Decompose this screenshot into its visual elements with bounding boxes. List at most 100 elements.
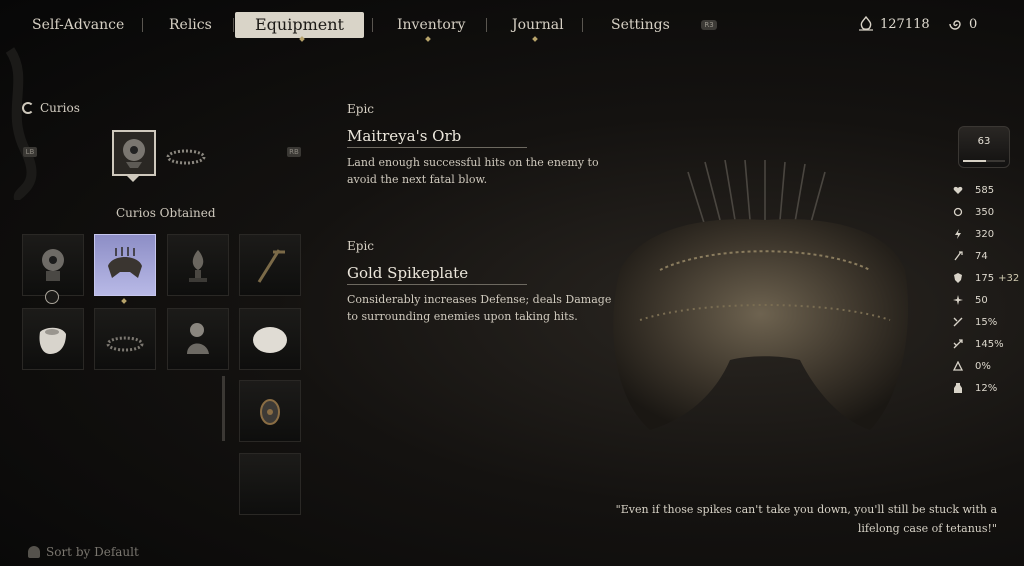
curio-category-icon	[22, 102, 34, 114]
nav-separator	[486, 18, 487, 32]
stat-value: 320	[975, 228, 995, 240]
curio-grid-item[interactable]	[22, 308, 84, 370]
slot-pointer-icon	[127, 176, 139, 182]
curios-obtained-title: Curios Obtained	[116, 206, 216, 220]
nav-separator	[372, 18, 373, 32]
prev-page-key-hint[interactable]: LB	[23, 147, 37, 157]
tab-equipment[interactable]: Equipment	[235, 12, 364, 38]
curio-grid-item[interactable]	[94, 308, 156, 370]
selected-indicator	[121, 298, 127, 304]
mana-icon	[953, 207, 963, 217]
tree-bonsai-icon	[189, 250, 207, 282]
stat-value: 175	[975, 272, 995, 284]
curio-slot-2[interactable]	[164, 130, 208, 176]
curios-section-title: Curios	[40, 101, 80, 115]
crit-damage-icon	[953, 339, 963, 349]
flask-icon	[953, 383, 963, 393]
curio-grid-item[interactable]	[239, 308, 301, 370]
gold-spikeplate-icon	[166, 149, 206, 165]
tab-settings[interactable]: Settings	[611, 12, 670, 38]
nav-separator	[142, 18, 143, 32]
stat-value: 15%	[975, 316, 998, 328]
level-value: 63	[977, 136, 991, 147]
level-progress-bar	[963, 160, 1005, 162]
maitreya-orb-icon	[42, 249, 64, 281]
curio-grid-item-selected[interactable]	[94, 234, 156, 296]
spirit-currency: 0	[947, 16, 977, 32]
level-progress-fill	[963, 160, 987, 162]
curio-grid-item[interactable]	[167, 234, 229, 296]
item-description: Land enough successful hits on the enemy…	[347, 156, 599, 186]
beaded-charm-icon	[260, 399, 280, 425]
focus-icon	[953, 295, 963, 305]
item-rarity: Epic	[347, 239, 374, 253]
jade-vase-icon	[39, 327, 66, 354]
nav-separator	[582, 18, 583, 32]
jade-disc-icon	[253, 327, 287, 353]
empty-curio-slot[interactable]	[239, 453, 301, 515]
item-detail-secondary: Epic Gold Spikeplate Considerably increa…	[347, 239, 617, 325]
stat-flask: 12%	[953, 380, 997, 396]
maitreya-orb-icon	[123, 139, 145, 168]
item-rarity: Epic	[347, 102, 374, 116]
curio-grid-item[interactable]	[239, 380, 301, 442]
curio-grid-item[interactable]	[167, 308, 229, 370]
tab-self-advance[interactable]: Self-Advance	[32, 12, 124, 38]
stat-value: 145%	[975, 338, 1004, 350]
level-indicator: 63	[958, 126, 1010, 168]
crit-chance-icon	[953, 317, 963, 327]
stamina-icon	[953, 229, 963, 239]
defense-icon	[953, 273, 963, 283]
stat-attack: 74	[953, 248, 988, 264]
will-icon	[859, 16, 873, 31]
tab-journal[interactable]: Journal	[512, 12, 564, 38]
next-page-key-hint[interactable]: RB	[287, 147, 301, 157]
item-detail-primary: Epic Maitreya's Orb Land enough successf…	[347, 102, 617, 188]
item-description: Considerably increases Defense; deals Da…	[347, 293, 612, 323]
curio-grid-item[interactable]	[22, 234, 84, 296]
stat-defense: 175 +32	[953, 270, 1019, 286]
spirit-swirl-icon	[949, 20, 961, 30]
stat-mana: 350	[953, 204, 994, 220]
spirit-amount: 0	[969, 16, 978, 32]
stat-resist: 0%	[953, 358, 991, 374]
stat-value: 74	[975, 250, 988, 262]
attack-icon	[953, 251, 963, 261]
gold-spikeplate-icon	[108, 247, 142, 278]
top-nav: Self-Advance Relics Equipment Inventory …	[0, 0, 1024, 50]
heart-icon	[953, 185, 963, 195]
stat-stamina: 320	[953, 226, 994, 242]
item-name: Gold Spikeplate	[347, 264, 527, 285]
curio-grid-item[interactable]	[239, 234, 301, 296]
stat-health: 585	[953, 182, 994, 198]
stat-value: 350	[975, 206, 995, 218]
sort-control[interactable]: Sort by Default	[28, 545, 139, 559]
beast-figurine-icon	[187, 323, 209, 354]
stat-bonus: +32	[998, 272, 1020, 284]
will-currency: 127118	[858, 16, 930, 32]
resist-icon	[953, 361, 963, 371]
sort-button-icon	[28, 546, 40, 558]
nav-separator	[233, 18, 234, 32]
brush-decoration	[5, 47, 37, 200]
will-amount: 127118	[880, 16, 930, 32]
stat-value: 50	[975, 294, 988, 306]
stat-crit-chance: 15%	[953, 314, 997, 330]
stat-value: 0%	[975, 360, 991, 372]
tab-relics[interactable]: Relics	[169, 12, 212, 38]
equipped-indicator-icon	[45, 290, 59, 304]
item-name: Maitreya's Orb	[347, 127, 527, 148]
rake-staff-icon	[257, 249, 285, 283]
item-flavor-quote: "Even if those spikes can't take you dow…	[615, 503, 997, 535]
stat-crit-damage: 145%	[953, 336, 1004, 352]
curios-section-header: Curios	[22, 101, 80, 115]
equipped-curio-slot[interactable]	[112, 130, 156, 176]
stat-value: 585	[975, 184, 995, 196]
tab-inventory[interactable]: Inventory	[397, 12, 465, 38]
gold-spikeplate-artwork	[613, 160, 909, 430]
next-tab-key-hint: R3	[701, 20, 717, 30]
prayer-beads-icon	[106, 336, 144, 352]
grid-scrollbar[interactable]	[222, 376, 225, 441]
sort-label[interactable]: Sort by Default	[46, 545, 139, 559]
stat-focus: 50	[953, 292, 988, 308]
